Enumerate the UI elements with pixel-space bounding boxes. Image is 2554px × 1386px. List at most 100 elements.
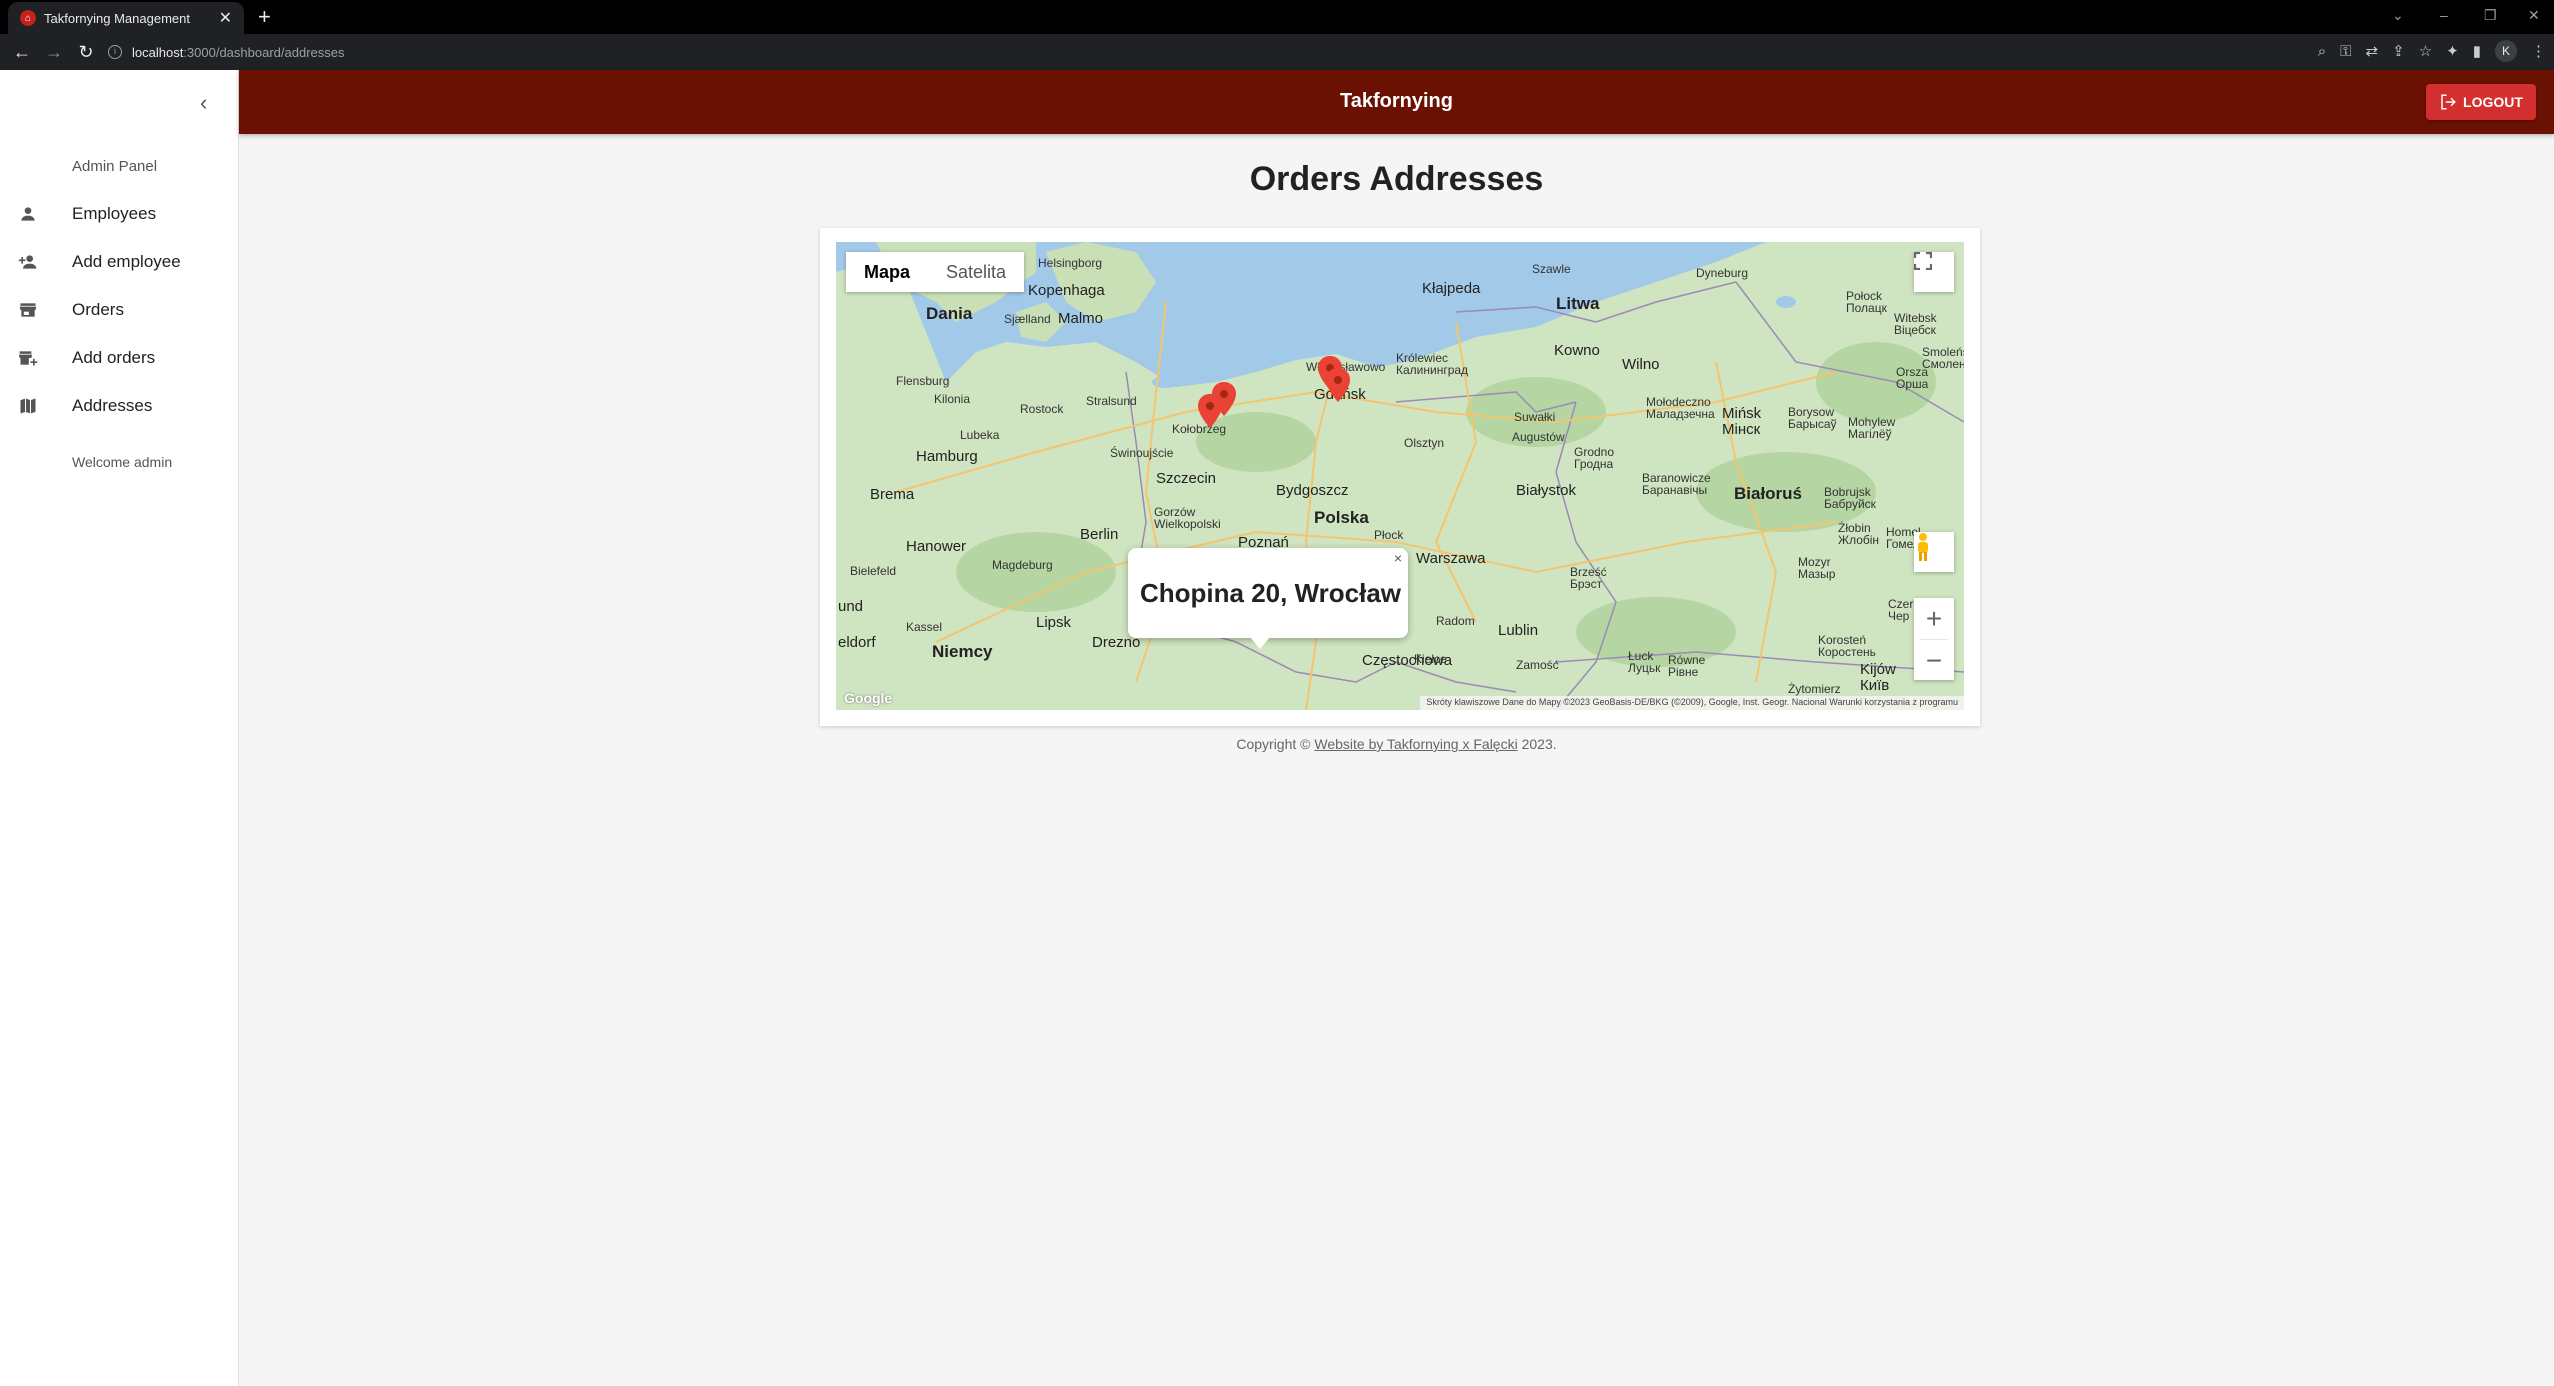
zoom-control: + − xyxy=(1914,598,1954,680)
reload-icon[interactable]: ↻ xyxy=(70,42,102,63)
footer-website-link[interactable]: Website by Takfornying x Falęcki xyxy=(1314,736,1517,752)
fullscreen-button[interactable] xyxy=(1914,252,1954,292)
map-label: Kilonia xyxy=(934,392,971,406)
page-title: Orders Addresses xyxy=(1249,160,1544,198)
side-panel-icon[interactable]: ▮ xyxy=(2473,42,2481,60)
sidebar-item-label: Employees xyxy=(72,204,157,223)
map-label: Szawle xyxy=(1532,262,1571,276)
forward-icon[interactable]: → xyxy=(38,42,70,63)
sidebar: ‹ Admin Panel Employees Add employee Ord… xyxy=(0,70,239,1386)
pegman-icon xyxy=(1918,533,1928,561)
map-label: Żłobin Жлобін xyxy=(1838,521,1880,547)
extensions-icon[interactable]: ✦ xyxy=(2446,42,2459,60)
map-label: Kijów Київ xyxy=(1860,661,1896,694)
tab-title: Takfornying Management xyxy=(44,10,190,26)
bookmark-star-icon[interactable]: ☆ xyxy=(2419,42,2432,60)
browser-toolbar: ← → ↻ i localhost :3000/dashboard/addres… xyxy=(0,34,2554,70)
sidebar-item-label: Orders xyxy=(72,300,124,319)
sidebar-section-title: Admin Panel xyxy=(72,158,158,175)
person-icon xyxy=(21,207,35,221)
logout-label: LOGOUT xyxy=(2463,94,2523,110)
sidebar-item-employees[interactable]: Employees xyxy=(0,190,239,238)
map-label: Stralsund xyxy=(1086,394,1137,408)
map-label: Warszawa xyxy=(1416,550,1486,567)
logout-button[interactable]: LOGOUT xyxy=(2426,84,2536,120)
map-label: Augustów xyxy=(1512,430,1565,444)
zoom-search-icon[interactable]: ⌕ xyxy=(2318,43,2326,60)
map-label: Gorzów Wielkopolski xyxy=(1154,505,1221,531)
map-label: Brema xyxy=(870,486,915,503)
google-logo[interactable]: Google xyxy=(844,690,892,706)
map-label: Litwa xyxy=(1556,294,1600,313)
tab-search-icon[interactable]: ⌄ xyxy=(2392,0,2404,30)
map-label: Suwałki xyxy=(1514,410,1556,424)
map-label: Białystok xyxy=(1516,482,1577,499)
tab-close-icon[interactable]: ✕ xyxy=(219,8,232,28)
translate-icon[interactable]: ⇄ xyxy=(2366,42,2379,60)
site-info-icon[interactable]: i xyxy=(108,45,122,59)
map-label: Niemcy xyxy=(932,642,993,661)
zoom-in-button[interactable]: + xyxy=(1914,598,1954,639)
sidebar-item-add-orders[interactable]: Add orders xyxy=(0,334,239,382)
url-path: :3000/dashboard/addresses xyxy=(183,44,345,60)
google-map[interactable]: Helsingborg Kopenhaga Dania Malmo Sjælla… xyxy=(836,242,1964,710)
map-label: Berlin xyxy=(1080,526,1119,543)
map-label: Baranowicze Баранавічы xyxy=(1642,471,1711,497)
map-marker-pin[interactable] xyxy=(1326,368,1350,402)
welcome-text: Welcome admin xyxy=(72,454,173,470)
minimize-icon[interactable]: – xyxy=(2440,0,2448,30)
map-label: Kopenhaga xyxy=(1028,282,1105,299)
map-label: Rostock xyxy=(1020,402,1064,416)
map-marker-pin[interactable] xyxy=(1212,382,1236,416)
sidebar-item-label: Addresses xyxy=(72,396,153,415)
map-attribution[interactable]: Skróty klawiszowe Dane do Mapy ©2023 Geo… xyxy=(1420,696,1964,710)
new-tab-button[interactable]: + xyxy=(258,4,271,30)
password-key-icon[interactable]: ⚿ xyxy=(2340,43,2351,60)
browser-tab[interactable]: ⌂ Takfornying Management ✕ xyxy=(8,2,244,34)
map-label: Mińsk Мінск xyxy=(1722,405,1762,438)
map-label: Grodno Гродна xyxy=(1574,445,1615,471)
map-label: Hanower xyxy=(906,538,967,555)
sidebar-item-addresses[interactable]: Addresses xyxy=(0,382,239,430)
map-label: Wilno xyxy=(1622,356,1660,373)
map-label: Lubeka xyxy=(960,428,1000,442)
profile-avatar[interactable]: K xyxy=(2495,40,2517,62)
map-label: Polska xyxy=(1314,508,1369,527)
restore-icon[interactable]: ❐ xyxy=(2484,0,2497,30)
map-label: Radom xyxy=(1436,614,1475,628)
collapse-sidebar-chevron-icon[interactable]: ‹ xyxy=(200,90,207,116)
map-label: Korosteń Коростень xyxy=(1818,633,1876,659)
info-window-close-icon[interactable]: × xyxy=(1394,550,1402,566)
map-label: eldorf xyxy=(838,634,876,651)
browser-menu-icon[interactable]: ⋮ xyxy=(2531,42,2546,60)
sidebar-item-orders[interactable]: Orders xyxy=(0,286,239,334)
map-label: Flensburg xyxy=(896,374,950,388)
close-window-icon[interactable]: ✕ xyxy=(2528,0,2540,30)
map-label: Kłajpeda xyxy=(1422,280,1481,297)
share-icon[interactable]: ⇪ xyxy=(2392,42,2405,60)
address-bar[interactable]: i localhost :3000/dashboard/addresses xyxy=(108,38,2258,66)
map-label: Połock Полацк xyxy=(1846,289,1887,315)
map-label: Helsingborg xyxy=(1038,256,1103,270)
back-icon[interactable]: ← xyxy=(6,42,38,63)
logout-icon xyxy=(2441,94,2456,110)
map-label: Żytomierz xyxy=(1788,682,1841,696)
brand-title: Takfornying xyxy=(1340,90,1453,112)
browser-tab-bar: ⌂ Takfornying Management ✕ + ⌄ – ❐ ✕ xyxy=(0,0,2554,34)
map-label: Białoruś xyxy=(1734,484,1803,503)
map-type-map-button[interactable]: Mapa xyxy=(846,252,928,292)
map-label: Dania xyxy=(926,304,973,323)
map-label: Borysow Барысаў xyxy=(1788,405,1837,431)
map-label: Brześć Брэст xyxy=(1570,565,1607,591)
map-label: Kassel xyxy=(906,620,943,634)
map-type-control: Mapa Satelita xyxy=(846,252,1025,292)
sidebar-item-add-employee[interactable]: Add employee xyxy=(0,238,239,286)
zoom-out-button[interactable]: − xyxy=(1914,640,1954,681)
map-label: Kowno xyxy=(1554,342,1600,359)
footer: Copyright © Website by Takfornying x Fal… xyxy=(1236,736,1557,752)
street-view-pegman-button[interactable] xyxy=(1914,532,1954,572)
map-type-satellite-button[interactable]: Satelita xyxy=(928,252,1024,292)
toolbar-icons: ⌕ ⚿ ⇄ ⇪ ☆ ✦ ▮ K ⋮ xyxy=(2318,40,2546,62)
map-label: Mołodeczno Маладзечна xyxy=(1646,395,1715,421)
map-label: Magdeburg xyxy=(992,558,1053,572)
